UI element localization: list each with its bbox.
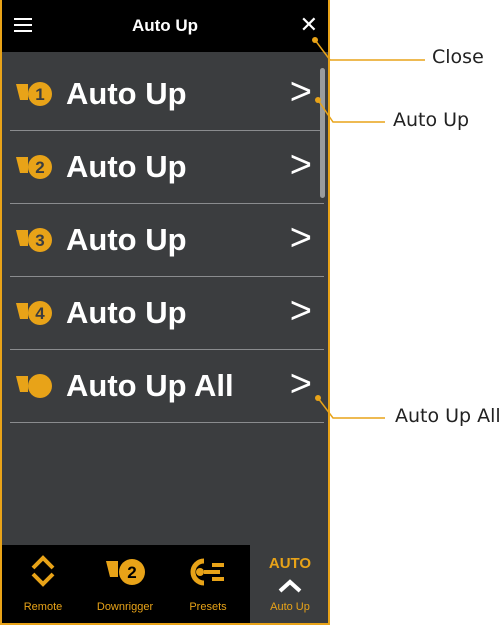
callout-lines — [312, 37, 425, 419]
callout-auto-up-all: Auto Up All — [395, 405, 501, 427]
callout-close: Close — [432, 46, 484, 68]
callout-auto-up: Auto Up — [393, 109, 470, 131]
